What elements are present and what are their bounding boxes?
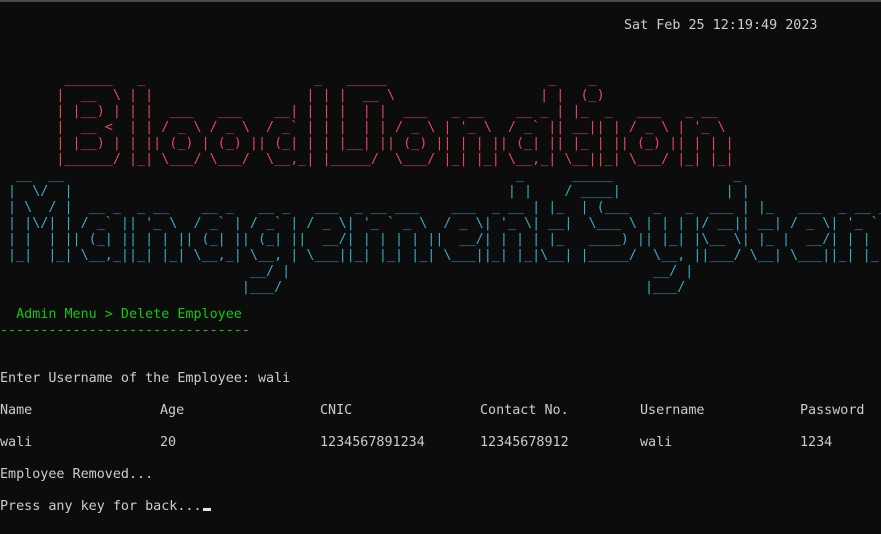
- cell-age: 20: [160, 435, 177, 450]
- title-banner-management-system: __ __ _ _____ _ | \/ | | | / ____| | | |…: [8, 168, 881, 295]
- cell-contact: 12345678912: [480, 435, 569, 450]
- username-prompt: Enter Username of the Employee: wali: [0, 371, 291, 386]
- cell-password: 1234: [800, 435, 833, 450]
- divider: -------------------------------: [0, 323, 250, 338]
- datetime: Sat Feb 25 12:19:49 2023: [624, 18, 818, 33]
- console-window[interactable]: Sat Feb 25 12:19:49 2023 ______ _ _ ____…: [0, 0, 881, 534]
- cell-cnic: 1234567891234: [320, 435, 425, 450]
- title-banner-blood-donation: ______ _ _ _____ _ _ | __ \ | | | | | __…: [56, 72, 734, 167]
- breadcrumb: Admin Menu > Delete Employee: [0, 307, 242, 322]
- table-header-row: Name Age CNIC Contact No. Username Passw…: [0, 403, 881, 419]
- column-header-password: Password: [800, 403, 865, 418]
- continue-prompt-text: Press any key for back...: [0, 499, 202, 514]
- text-cursor: [202, 508, 211, 511]
- cell-name: wali: [0, 435, 33, 450]
- column-header-age: Age: [160, 403, 185, 418]
- column-header-cnic: CNIC: [320, 403, 353, 418]
- column-header-name: Name: [0, 403, 33, 418]
- continue-prompt[interactable]: Press any key for back...: [0, 499, 211, 515]
- column-header-username: Username: [640, 403, 705, 418]
- table-row: wali 20 1234567891234 12345678912 wali 1…: [0, 435, 881, 451]
- status-message: Employee Removed...: [0, 467, 154, 482]
- cell-username: wali: [640, 435, 673, 450]
- column-header-contact: Contact No.: [480, 403, 569, 418]
